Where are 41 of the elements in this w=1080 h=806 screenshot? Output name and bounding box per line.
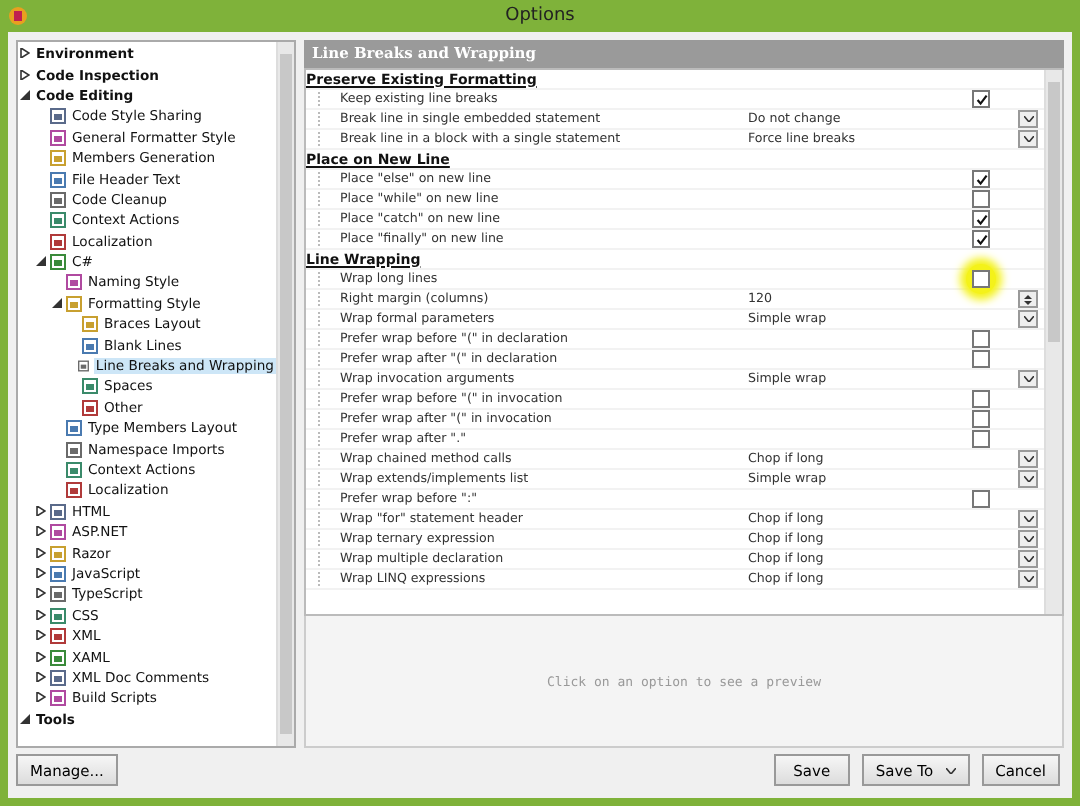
caret-icon — [945, 767, 956, 773]
app-logo-icon — [8, 6, 28, 26]
caret-icon — [1023, 576, 1033, 582]
document-icon — [78, 358, 90, 375]
checkbox[interactable] — [972, 270, 990, 288]
dropdown-button[interactable] — [1018, 110, 1038, 128]
checkbox[interactable] — [972, 430, 990, 448]
dropdown-button[interactable] — [1018, 130, 1038, 148]
expand-arrow-icon[interactable] — [36, 256, 46, 267]
caret-icon — [1023, 536, 1033, 542]
caret-icon — [1023, 116, 1033, 122]
checkbox[interactable] — [972, 490, 990, 508]
dropdown-button[interactable] — [1018, 570, 1038, 588]
dropdown-button[interactable] — [1018, 450, 1038, 468]
caret-icon — [1023, 516, 1033, 522]
checkbox[interactable] — [972, 190, 990, 208]
checkbox[interactable] — [972, 230, 990, 248]
checkbox[interactable] — [972, 90, 990, 108]
caret-icon — [1023, 376, 1033, 382]
caret-icon — [1023, 136, 1033, 142]
scrollbar[interactable] — [276, 42, 294, 746]
checkbox[interactable] — [972, 330, 990, 348]
dropdown-button[interactable] — [1018, 510, 1038, 528]
caret-icon — [1023, 456, 1033, 462]
dropdown-button[interactable] — [1018, 550, 1038, 568]
checkbox[interactable] — [972, 390, 990, 408]
window-title: Options — [503, 6, 577, 26]
dropdown-button[interactable] — [1018, 470, 1038, 488]
checkbox[interactable] — [972, 210, 990, 228]
checkbox[interactable] — [972, 410, 990, 428]
dropdown-button[interactable] — [1018, 310, 1038, 328]
dropdown-button[interactable] — [1018, 530, 1038, 548]
scrollbar[interactable] — [1044, 70, 1062, 614]
spinner-button[interactable] — [1018, 290, 1038, 308]
caret-icon — [1023, 556, 1033, 562]
checkbox[interactable] — [972, 350, 990, 368]
checkbox[interactable] — [972, 170, 990, 188]
dropdown-button[interactable] — [1018, 370, 1038, 388]
caret-icon — [1023, 476, 1033, 482]
expand-arrow-icon[interactable] — [52, 297, 62, 308]
caret-icon — [1023, 316, 1033, 322]
